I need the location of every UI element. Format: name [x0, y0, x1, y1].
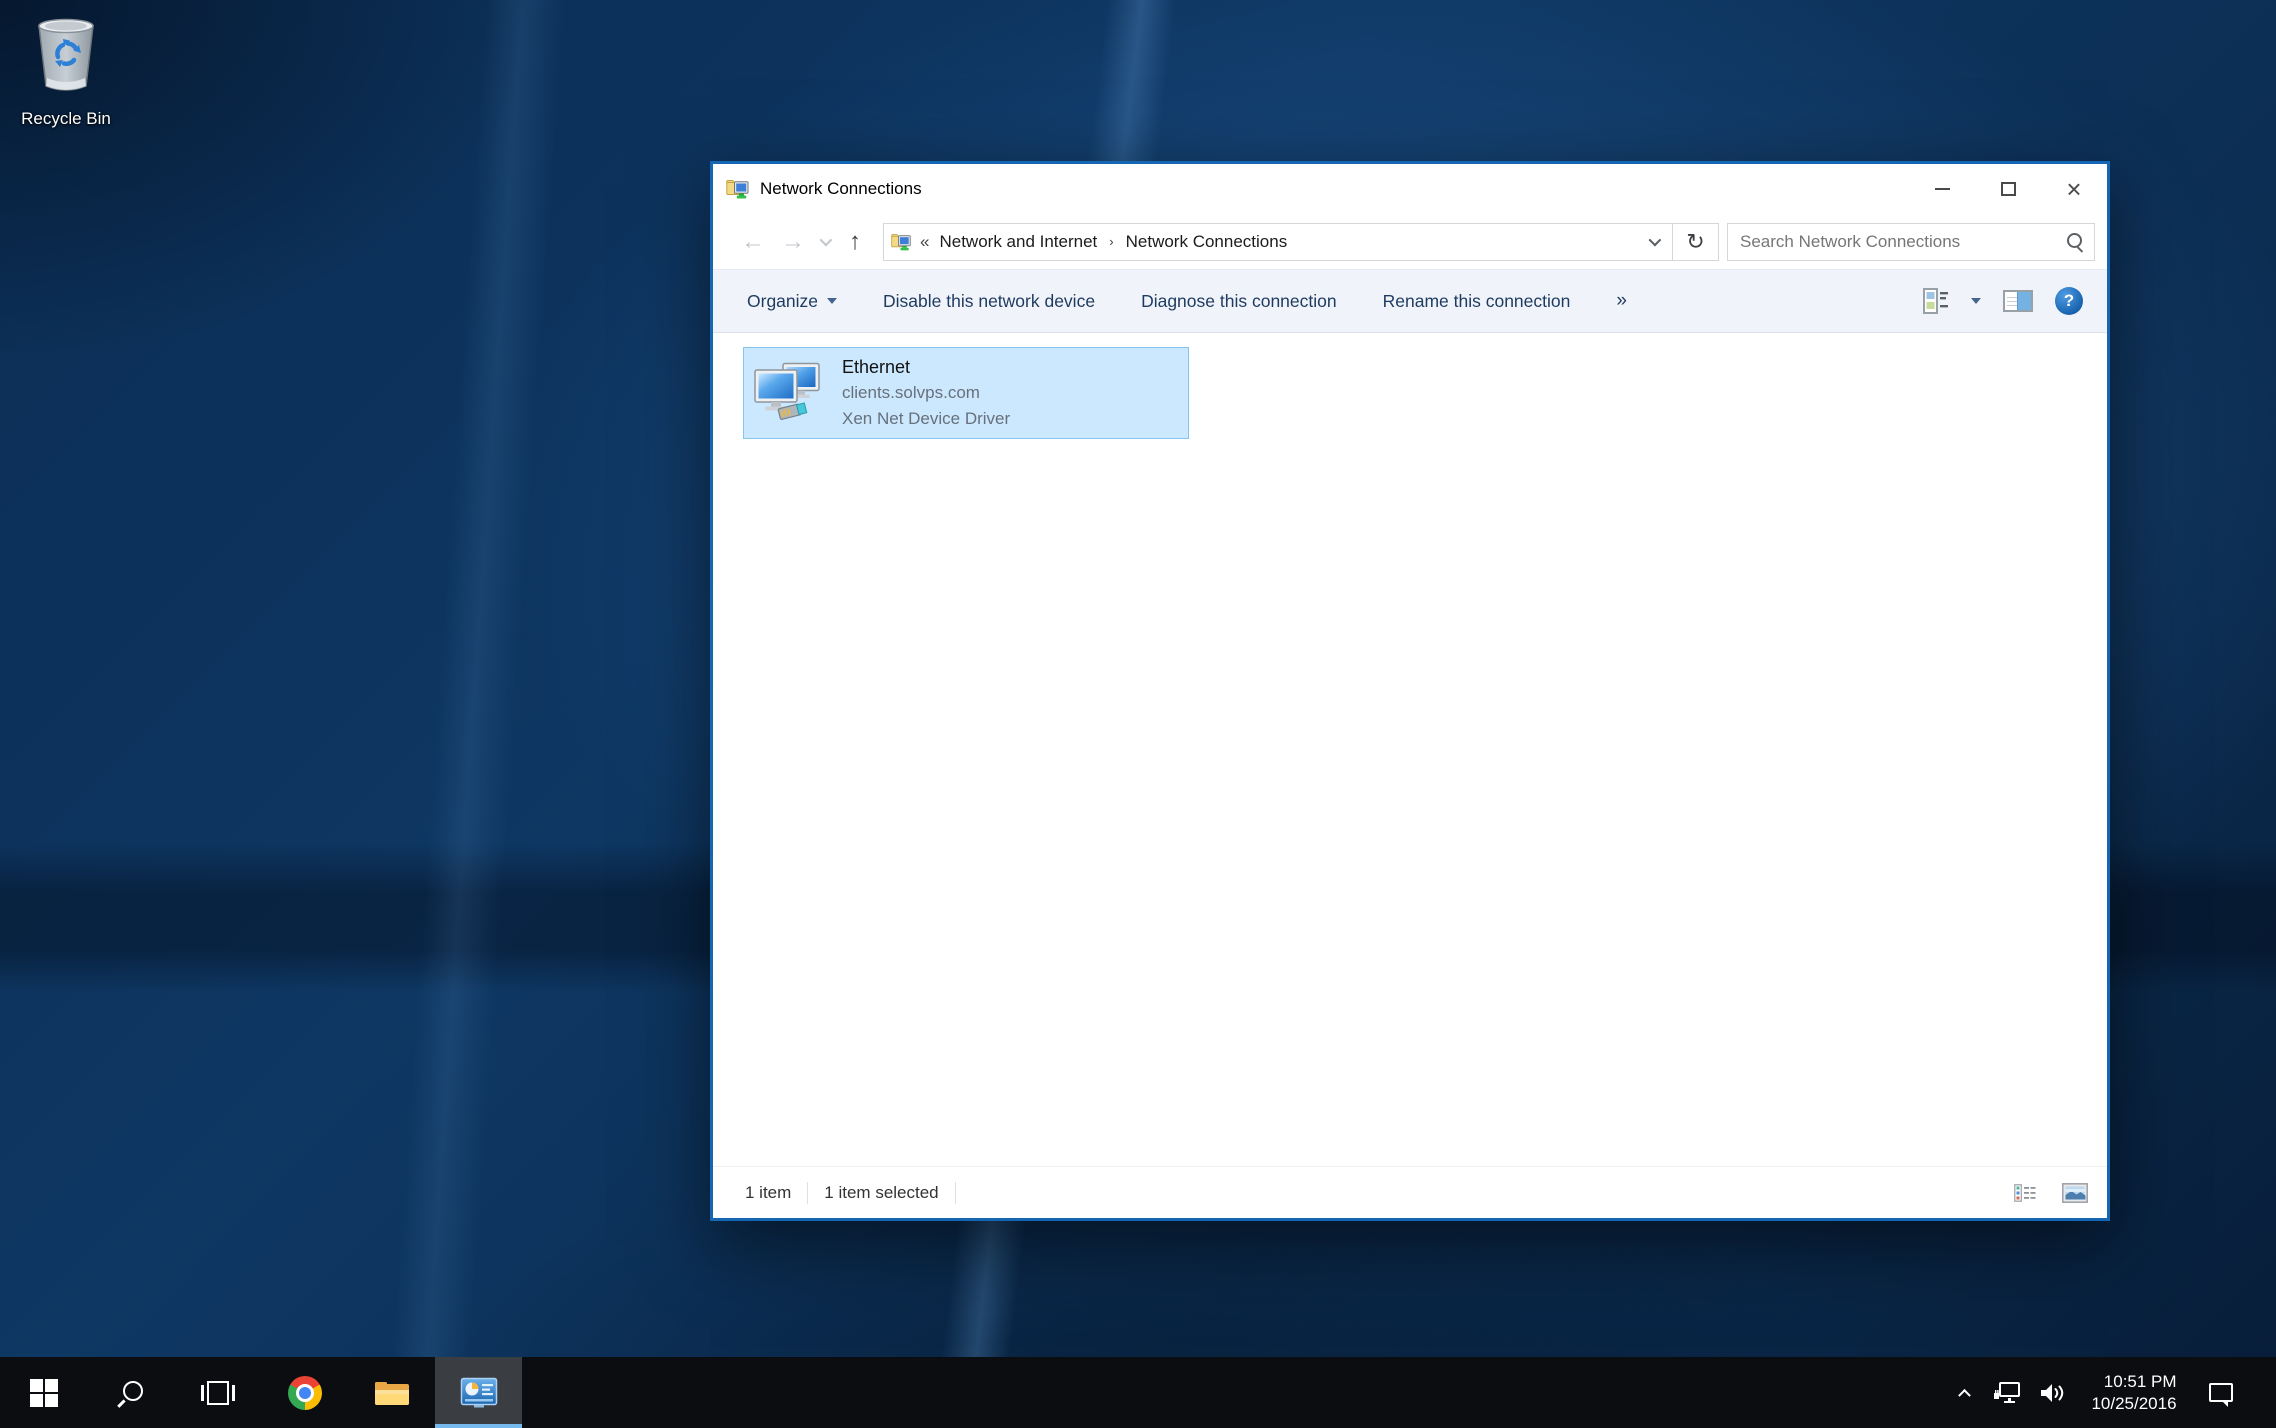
details-view-button[interactable] — [2009, 1180, 2041, 1206]
back-button[interactable]: ← — [733, 230, 773, 254]
disable-device-button[interactable]: Disable this network device — [883, 291, 1095, 312]
start-button[interactable] — [0, 1357, 87, 1428]
clock[interactable]: 10:51 PM 10/25/2016 — [2076, 1357, 2192, 1428]
help-icon: ? — [2064, 291, 2074, 311]
address-location-icon — [891, 232, 912, 252]
network-connections-app-icon — [460, 1377, 498, 1409]
preview-pane-left — [2007, 294, 2017, 308]
navigation-bar: ← → ↑ « Network and Internet › Network C… — [713, 214, 2107, 269]
refresh-button[interactable]: ↻ — [1673, 223, 1719, 261]
diagnose-connection-label: Diagnose this connection — [1141, 291, 1337, 312]
connections-list: Ethernet clients.solvps.com Xen Net Devi… — [713, 333, 2107, 1166]
task-view-button[interactable] — [174, 1357, 261, 1428]
clock-date: 10/25/2016 — [2091, 1393, 2176, 1415]
details-view-icon — [2014, 1184, 2036, 1202]
change-view-icon[interactable] — [1923, 288, 1949, 314]
breadcrumb-network-connections[interactable]: Network Connections — [1122, 232, 1292, 252]
action-center-button[interactable] — [2192, 1357, 2250, 1428]
chevron-up-icon — [1958, 1389, 1971, 1402]
large-icons-view-button[interactable] — [2057, 1179, 2093, 1207]
minimize-icon — [1935, 188, 1950, 190]
forward-button[interactable]: → — [773, 230, 813, 254]
network-connections-taskbar-button[interactable] — [435, 1357, 522, 1428]
window-controls: × — [1909, 164, 2107, 214]
chrome-taskbar-button[interactable] — [261, 1357, 348, 1428]
volume-tray-button[interactable] — [2030, 1357, 2076, 1428]
organize-dropdown-icon — [827, 298, 837, 304]
up-button[interactable]: ↑ — [835, 230, 875, 254]
connection-name: Ethernet — [842, 354, 1010, 380]
refresh-icon: ↻ — [1686, 229, 1704, 255]
connection-status: clients.solvps.com — [842, 380, 1010, 406]
maximize-icon — [2001, 182, 2016, 196]
volume-icon — [2040, 1382, 2066, 1404]
toolbar-view-controls: ? — [1923, 287, 2083, 315]
recycle-bin-icon — [27, 12, 105, 98]
connection-text: Ethernet clients.solvps.com Xen Net Devi… — [842, 354, 1010, 432]
toolbar-overflow-button[interactable]: » — [1616, 290, 1627, 312]
taskbar: 10:51 PM 10/25/2016 — [0, 1357, 2276, 1428]
system-tray: 10:51 PM 10/25/2016 — [1944, 1357, 2276, 1428]
breadcrumb-separator-icon[interactable]: › — [1101, 234, 1121, 249]
address-dropdown-icon[interactable] — [1638, 237, 1668, 246]
selection-count: 1 item selected — [824, 1183, 938, 1203]
file-explorer-taskbar-button[interactable] — [348, 1357, 435, 1428]
file-explorer-icon — [374, 1379, 410, 1407]
network-tray-button[interactable] — [1984, 1357, 2030, 1428]
chrome-icon — [288, 1376, 322, 1410]
window-title: Network Connections — [760, 179, 922, 199]
task-view-icon — [201, 1381, 235, 1405]
breadcrumb-truncation[interactable]: « — [920, 232, 929, 252]
status-view-toggles — [2009, 1179, 2093, 1207]
rename-connection-label: Rename this connection — [1383, 291, 1571, 312]
address-bar[interactable]: « Network and Internet › Network Connect… — [883, 223, 1673, 261]
recycle-bin[interactable]: Recycle Bin — [14, 12, 118, 129]
tray-overflow-button[interactable] — [1944, 1357, 1984, 1428]
close-button[interactable]: × — [2041, 164, 2107, 214]
preview-pane-right — [2017, 292, 2031, 310]
desktop: Recycle Bin Network Connections × ← → — [0, 0, 2276, 1428]
preview-pane-icon[interactable] — [2003, 290, 2033, 312]
help-button[interactable]: ? — [2055, 287, 2083, 315]
network-tray-icon — [1993, 1381, 2021, 1405]
command-bar: Organize Disable this network device Dia… — [713, 269, 2107, 333]
taskbar-search-icon — [116, 1378, 146, 1408]
network-folder-icon — [726, 178, 750, 200]
maximize-button[interactable] — [1975, 164, 2041, 214]
large-icons-view-icon — [2062, 1183, 2088, 1203]
recent-locations-chevron-icon[interactable] — [813, 237, 835, 246]
organize-label: Organize — [747, 291, 818, 312]
rename-connection-button[interactable]: Rename this connection — [1383, 291, 1571, 312]
disable-device-label: Disable this network device — [883, 291, 1095, 312]
clock-time: 10:51 PM — [2091, 1371, 2176, 1393]
organize-button[interactable]: Organize — [747, 291, 837, 312]
connection-device: Xen Net Device Driver — [842, 406, 1010, 432]
view-dropdown-icon[interactable] — [1971, 298, 1981, 304]
status-divider — [807, 1182, 808, 1204]
recycle-bin-label: Recycle Bin — [14, 109, 118, 129]
ethernet-connection-item[interactable]: Ethernet clients.solvps.com Xen Net Devi… — [743, 347, 1189, 439]
ethernet-adapter-icon — [752, 362, 824, 424]
status-bar: 1 item 1 item selected — [713, 1166, 2107, 1218]
taskbar-search-button[interactable] — [87, 1357, 174, 1428]
search-box — [1727, 223, 2095, 261]
search-icon[interactable] — [2060, 223, 2094, 261]
diagnose-connection-button[interactable]: Diagnose this connection — [1141, 291, 1337, 312]
breadcrumb-network-and-internet[interactable]: Network and Internet — [935, 232, 1101, 252]
search-input[interactable] — [1728, 232, 2060, 252]
minimize-button[interactable] — [1909, 164, 1975, 214]
item-count: 1 item — [745, 1183, 791, 1203]
status-divider-2 — [955, 1182, 956, 1204]
network-connections-window: Network Connections × ← → ↑ — [710, 161, 2110, 1221]
title-bar[interactable]: Network Connections × — [713, 164, 2107, 214]
close-icon: × — [2066, 176, 2081, 202]
action-center-icon — [2209, 1383, 2233, 1402]
windows-logo-icon — [30, 1379, 58, 1407]
